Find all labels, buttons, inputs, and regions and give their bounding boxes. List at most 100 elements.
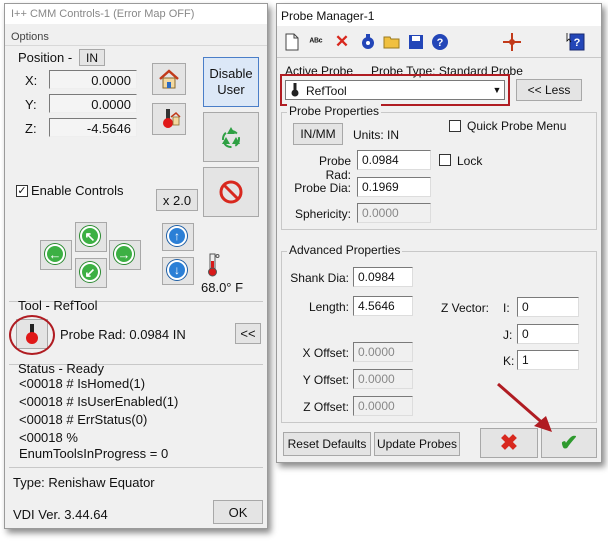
- z-offset-field: 0.0000: [353, 396, 413, 416]
- delete-button[interactable]: ✕: [331, 31, 353, 53]
- reset-defaults-button[interactable]: Reset Defaults: [283, 432, 371, 456]
- jog-right-button[interactable]: →: [109, 240, 141, 270]
- i-field[interactable]: 0: [517, 297, 579, 317]
- lock-checkbox[interactable]: [439, 154, 451, 166]
- status-title: Status - Ready: [18, 361, 104, 376]
- j-field[interactable]: 0: [517, 324, 579, 344]
- delete-icon: ✕: [334, 32, 350, 51]
- enable-controls-label: Enable Controls: [31, 183, 124, 198]
- z-value: -4.5646: [49, 118, 137, 137]
- help-button[interactable]: ?: [429, 31, 451, 53]
- probe-rad-label: Probe Rad:: [318, 154, 351, 182]
- collapse-button[interactable]: <<: [235, 323, 261, 344]
- jog-z-down-button[interactable]: ↓: [162, 257, 194, 285]
- home-button[interactable]: [152, 63, 186, 95]
- advanced-properties-title: Advanced Properties: [287, 243, 403, 257]
- save-icon: [409, 35, 423, 49]
- probe-dia-label: Probe Dia:: [294, 181, 351, 195]
- arrow-down-icon: ↓: [167, 260, 187, 280]
- arrow-left-icon: ←: [45, 244, 65, 264]
- calibrate-button[interactable]: [357, 31, 379, 53]
- status-line: <00018 # IsHomed(1): [19, 376, 146, 391]
- units-label: Units: IN: [353, 128, 400, 142]
- tool-highlight: [9, 315, 55, 355]
- position-unit-button[interactable]: IN: [79, 49, 105, 66]
- menu-options[interactable]: Options: [5, 24, 267, 46]
- y-value: 0.0000: [49, 94, 137, 113]
- length-label: Length:: [308, 300, 349, 314]
- probe-home-icon: [163, 109, 181, 128]
- position-label: Position -: [18, 50, 73, 65]
- jog-z-up-button[interactable]: ↑: [162, 223, 194, 251]
- k-field[interactable]: 1: [517, 350, 579, 370]
- x-label: X:: [25, 73, 38, 88]
- disable-user-button[interactable]: Disable User: [203, 57, 259, 107]
- probe-properties-title: Probe Properties: [287, 104, 382, 118]
- z-offset-label: Z Offset:: [303, 400, 349, 414]
- stop-button[interactable]: [203, 167, 259, 217]
- cmm-controls-window: I++ CMM Controls-1 (Error Map OFF) Optio…: [4, 3, 268, 529]
- status-line: EnumToolsInProgress = 0: [19, 446, 169, 461]
- svg-text:?: ?: [574, 37, 581, 49]
- quick-probe-menu-checkbox[interactable]: [449, 120, 461, 132]
- svg-text:?: ?: [437, 37, 444, 49]
- sphericity-label: Sphericity:: [294, 207, 351, 221]
- arrow-right-icon: →: [114, 244, 134, 264]
- version-text: VDI Ver. 3.44.64: [13, 507, 108, 522]
- z-vector-label: Z Vector:: [441, 301, 490, 315]
- window-title: Probe Manager-1: [277, 4, 601, 26]
- probe-dia-field[interactable]: 0.1969: [357, 177, 431, 197]
- probe-home-button[interactable]: [152, 103, 186, 135]
- new-button[interactable]: [281, 31, 303, 53]
- checkmark-icon: ✔: [559, 430, 579, 455]
- help-icon: ?: [432, 34, 448, 50]
- save-button[interactable]: [405, 31, 427, 53]
- probe-icon: [291, 83, 299, 97]
- speed-button[interactable]: x 2.0: [156, 189, 198, 211]
- shank-dia-label: Shank Dia:: [290, 271, 349, 285]
- crosshair-icon: [503, 33, 521, 51]
- x-value: 0.0000: [49, 70, 137, 89]
- active-probe-value: RefTool: [306, 84, 347, 98]
- new-document-icon: [285, 33, 299, 51]
- reset-button[interactable]: [203, 112, 259, 162]
- length-field[interactable]: 4.5646: [353, 296, 413, 316]
- active-probe-select[interactable]: RefTool ▼: [285, 80, 505, 100]
- ok-button[interactable]: OK: [213, 500, 263, 524]
- home-icon: [159, 69, 179, 89]
- jog-down-left-button[interactable]: ↙: [75, 258, 107, 288]
- stop-icon: [219, 180, 243, 204]
- jog-left-button[interactable]: ←: [40, 240, 72, 270]
- temperature-value: 68.0° F: [201, 280, 244, 295]
- lock-label: Lock: [457, 154, 483, 168]
- x-offset-label: X Offset:: [302, 346, 349, 360]
- status-line: <00018 # ErrStatus(0): [19, 412, 148, 427]
- k-label: K:: [503, 354, 515, 368]
- divider: [9, 467, 263, 468]
- tool-label: Tool - RefTool: [18, 298, 98, 313]
- open-button[interactable]: [381, 31, 403, 53]
- less-button[interactable]: << Less: [516, 79, 582, 101]
- j-label: J:: [503, 328, 513, 342]
- crosshair-button[interactable]: [501, 31, 523, 53]
- y-offset-field: 0.0000: [353, 369, 413, 389]
- arrow-up-icon: ↑: [167, 226, 187, 246]
- sphericity-field: 0.0000: [357, 203, 431, 223]
- spellcheck-button[interactable]: ᴬᴮᶜ: [305, 31, 327, 53]
- in-mm-button[interactable]: IN/MM: [293, 123, 343, 145]
- chevron-down-icon[interactable]: ▼: [490, 81, 504, 99]
- arrow-down-left-icon: ↙: [80, 262, 100, 282]
- annotation-arrow: [497, 382, 552, 432]
- status-line: <00018 %: [19, 430, 78, 445]
- calibrate-icon: [362, 34, 374, 49]
- quick-probe-menu-label: Quick Probe Menu: [467, 119, 567, 133]
- arrow-up-left-icon: ↖: [80, 226, 100, 246]
- update-probes-button[interactable]: Update Probes: [374, 432, 460, 456]
- enable-controls-checkbox[interactable]: ✓: [16, 185, 28, 197]
- probe-rad-field[interactable]: 0.0984: [357, 150, 431, 170]
- recycle-icon: [222, 127, 240, 148]
- y-label: Y:: [25, 97, 37, 112]
- context-help-button[interactable]: ?: [565, 31, 587, 53]
- jog-up-left-button[interactable]: ↖: [75, 222, 107, 252]
- shank-dia-field[interactable]: 0.0984: [353, 267, 413, 287]
